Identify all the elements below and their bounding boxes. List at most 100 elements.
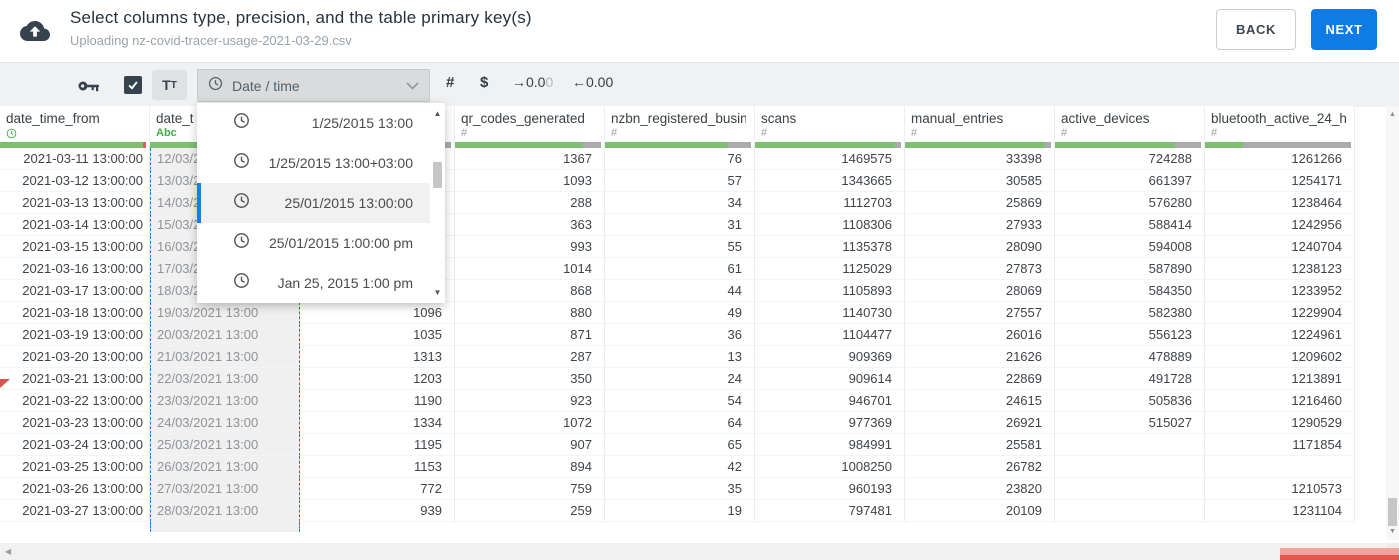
table-cell[interactable]: 2021-03-25 13:00:00 xyxy=(0,456,150,478)
table-cell[interactable]: 772 xyxy=(300,478,455,500)
table-cell[interactable] xyxy=(605,522,755,532)
dropdown-option[interactable]: 1/25/2015 13:00+03:00 xyxy=(197,143,445,183)
table-cell[interactable]: 871 xyxy=(455,324,605,346)
table-cell[interactable]: 28/03/2021 13:00 xyxy=(150,500,300,522)
table-cell[interactable]: 1238123 xyxy=(1205,258,1355,280)
table-cell[interactable]: 23820 xyxy=(905,478,1055,500)
table-cell[interactable]: 2021-03-19 13:00:00 xyxy=(0,324,150,346)
dropdown-option-selected[interactable]: 25/01/2015 13:00:00 xyxy=(197,183,445,223)
table-cell[interactable]: 44 xyxy=(605,280,755,302)
table-cell[interactable] xyxy=(1055,522,1205,532)
table-cell[interactable]: 1261266 xyxy=(1205,148,1355,170)
next-button[interactable]: NEXT xyxy=(1311,9,1377,50)
table-cell[interactable]: 960193 xyxy=(755,478,905,500)
table-cell[interactable]: 76 xyxy=(605,148,755,170)
table-cell[interactable]: 28069 xyxy=(905,280,1055,302)
table-cell[interactable]: 259 xyxy=(455,500,605,522)
vertical-scroll-thumb[interactable] xyxy=(1388,498,1397,526)
table-cell[interactable] xyxy=(1205,522,1355,532)
table-cell[interactable]: 22/03/2021 13:00 xyxy=(150,368,300,390)
decrease-decimal-button[interactable]: ←0.00 xyxy=(572,74,613,90)
table-cell[interactable]: 2021-03-11 13:00:00 xyxy=(0,148,150,170)
currency-type-button[interactable]: $ xyxy=(480,74,488,91)
column-type-dropdown[interactable]: Date / time xyxy=(197,69,430,102)
dropdown-option[interactable]: Jan 25, 2015 1:00 pm xyxy=(197,263,445,303)
dropdown-scrollbar[interactable]: ▲ ▼ xyxy=(430,103,445,303)
table-cell[interactable]: 576280 xyxy=(1055,192,1205,214)
table-cell[interactable]: 584350 xyxy=(1055,280,1205,302)
table-cell[interactable]: 894 xyxy=(455,456,605,478)
column-header-manual_entries[interactable]: manual_entries # xyxy=(905,106,1055,148)
table-cell[interactable]: 25/03/2021 13:00 xyxy=(150,434,300,456)
dropdown-option[interactable]: 25/01/2015 1:00:00 pm xyxy=(197,223,445,263)
table-cell[interactable]: 1209602 xyxy=(1205,346,1355,368)
scroll-up-icon[interactable]: ▲ xyxy=(1386,111,1399,118)
table-cell[interactable]: 724288 xyxy=(1055,148,1205,170)
table-cell[interactable]: 1104477 xyxy=(755,324,905,346)
table-cell[interactable]: 21/03/2021 13:00 xyxy=(150,346,300,368)
table-cell[interactable]: 54 xyxy=(605,390,755,412)
table-cell[interactable]: 55 xyxy=(605,236,755,258)
table-cell[interactable]: 1190 xyxy=(300,390,455,412)
table-cell[interactable] xyxy=(0,522,150,532)
table-cell[interactable]: 26/03/2021 13:00 xyxy=(150,456,300,478)
table-cell[interactable]: 1140730 xyxy=(755,302,905,324)
table-cell[interactable]: 1224961 xyxy=(1205,324,1355,346)
scroll-up-icon[interactable]: ▲ xyxy=(430,109,445,118)
table-cell[interactable]: 923 xyxy=(455,390,605,412)
table-cell[interactable]: 61 xyxy=(605,258,755,280)
primary-key-icon[interactable] xyxy=(78,79,100,97)
table-cell[interactable]: 1096 xyxy=(300,302,455,324)
dropdown-scroll-thumb[interactable] xyxy=(433,162,442,188)
table-cell[interactable] xyxy=(1055,434,1205,456)
table-cell[interactable]: 797481 xyxy=(755,500,905,522)
table-cell[interactable] xyxy=(1055,478,1205,500)
table-cell[interactable]: 288 xyxy=(455,192,605,214)
table-cell[interactable]: 1233952 xyxy=(1205,280,1355,302)
table-cell[interactable]: 939 xyxy=(300,500,455,522)
table-cell[interactable]: 30585 xyxy=(905,170,1055,192)
table-cell[interactable]: 993 xyxy=(455,236,605,258)
table-cell[interactable]: 1216460 xyxy=(1205,390,1355,412)
table-cell[interactable]: 57 xyxy=(605,170,755,192)
table-cell[interactable]: 1072 xyxy=(455,412,605,434)
table-cell[interactable]: 20/03/2021 13:00 xyxy=(150,324,300,346)
table-cell[interactable]: 2021-03-26 13:00:00 xyxy=(0,478,150,500)
table-cell[interactable]: 2021-03-24 13:00:00 xyxy=(0,434,150,456)
table-cell[interactable]: 1203 xyxy=(300,368,455,390)
table-cell[interactable]: 661397 xyxy=(1055,170,1205,192)
table-cell[interactable] xyxy=(150,522,300,532)
table-cell[interactable]: 1093 xyxy=(455,170,605,192)
table-cell[interactable]: 1290529 xyxy=(1205,412,1355,434)
table-cell[interactable]: 24/03/2021 13:00 xyxy=(150,412,300,434)
table-cell[interactable]: 2021-03-13 13:00:00 xyxy=(0,192,150,214)
table-cell[interactable]: 1242956 xyxy=(1205,214,1355,236)
table-cell[interactable]: 25869 xyxy=(905,192,1055,214)
table-cell[interactable] xyxy=(455,522,605,532)
table-cell[interactable]: 19/03/2021 13:00 xyxy=(150,302,300,324)
table-cell[interactable]: 36 xyxy=(605,324,755,346)
table-cell[interactable]: 31 xyxy=(605,214,755,236)
table-cell[interactable]: 582380 xyxy=(1055,302,1205,324)
scroll-down-icon[interactable]: ▼ xyxy=(1386,528,1399,535)
vertical-scrollbar[interactable]: ▲ ▼ xyxy=(1386,106,1399,540)
table-cell[interactable]: 49 xyxy=(605,302,755,324)
table-cell[interactable]: 556123 xyxy=(1055,324,1205,346)
table-cell[interactable]: 2021-03-23 13:00:00 xyxy=(0,412,150,434)
table-cell[interactable]: 2021-03-15 13:00:00 xyxy=(0,236,150,258)
table-cell[interactable]: 350 xyxy=(455,368,605,390)
table-cell[interactable]: 2021-03-20 13:00:00 xyxy=(0,346,150,368)
table-cell[interactable] xyxy=(1205,456,1355,478)
table-cell[interactable]: 2021-03-21 13:00:00 xyxy=(0,368,150,390)
increase-decimal-button[interactable]: →0.00 xyxy=(512,74,553,90)
table-cell[interactable]: 28090 xyxy=(905,236,1055,258)
table-cell[interactable]: 20109 xyxy=(905,500,1055,522)
table-cell[interactable]: 1367 xyxy=(455,148,605,170)
table-cell[interactable]: 26921 xyxy=(905,412,1055,434)
table-cell[interactable]: 287 xyxy=(455,346,605,368)
table-cell[interactable]: 478889 xyxy=(1055,346,1205,368)
table-cell[interactable]: 24615 xyxy=(905,390,1055,412)
table-cell[interactable]: 1135378 xyxy=(755,236,905,258)
table-cell[interactable]: 1210573 xyxy=(1205,478,1355,500)
table-cell[interactable] xyxy=(1055,500,1205,522)
